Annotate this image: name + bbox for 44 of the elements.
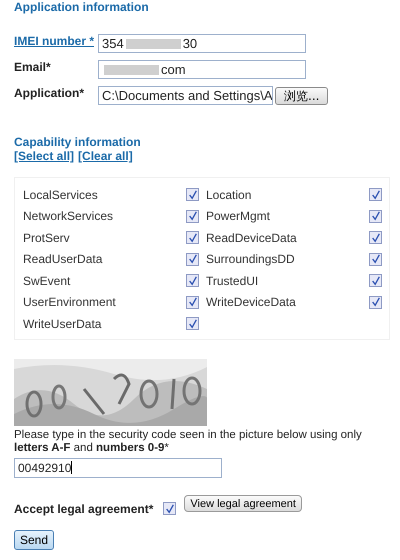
- redaction-blur: [126, 38, 181, 48]
- checkbox[interactable]: [186, 188, 199, 202]
- capability-label: WriteUserData: [23, 316, 102, 331]
- capability-label: TrustedUI: [206, 274, 260, 288]
- checkbox[interactable]: [186, 252, 199, 266]
- checkbox[interactable]: [186, 231, 199, 244]
- capability-label: UserEnvironment: [23, 295, 117, 310]
- section-heading: Application information: [14, 0, 150, 14]
- checkbox[interactable]: [369, 252, 382, 266]
- instruction-text: Please type in the security code seen in the picture below using only letters A-F and numbers 0-9*: [14, 428, 363, 454]
- selection-link[interactable]: [Select all]: [14, 149, 74, 163]
- input-field[interactable]: 354 30: [98, 34, 306, 53]
- checkbox[interactable]: [369, 274, 382, 288]
- capability-label: LocalServices: [23, 188, 99, 202]
- field-label: Email*: [14, 59, 52, 74]
- send-button[interactable]: Send: [14, 530, 54, 550]
- checkbox[interactable]: [186, 317, 199, 330]
- capability-label: ReadDeviceData: [206, 230, 298, 245]
- browse-button[interactable]: 浏览...: [275, 86, 328, 104]
- capability-label: SurroundingsDD: [206, 252, 296, 266]
- field-label-link[interactable]: IMEI number *: [14, 32, 98, 48]
- agreement-label: Accept legal agreement*: [14, 502, 154, 516]
- view-agreement-button[interactable]: View legal agreement: [184, 495, 302, 512]
- capability-label: ProtServ: [23, 230, 71, 245]
- capability-label: NetworkServices: [23, 209, 114, 224]
- capability-label: ReadUserData: [23, 252, 104, 266]
- checkbox[interactable]: [369, 231, 382, 244]
- capability-label: SwEvent: [23, 274, 72, 288]
- capability-label: PowerMgmt: [206, 209, 272, 224]
- checkbox[interactable]: [186, 296, 199, 309]
- checkbox[interactable]: [163, 502, 176, 515]
- checkbox[interactable]: [369, 188, 382, 202]
- field-label: Application*: [14, 85, 86, 100]
- checkbox[interactable]: [186, 274, 199, 288]
- capability-label: WriteDeviceData: [206, 295, 297, 310]
- security-code-field[interactable]: 00492910: [14, 458, 222, 478]
- input-field[interactable]: com: [98, 60, 306, 79]
- section-heading: Capability information: [14, 135, 142, 149]
- checkbox[interactable]: [186, 210, 199, 223]
- checkbox[interactable]: [369, 210, 382, 223]
- capability-label: Location: [206, 188, 252, 202]
- checkbox[interactable]: [369, 296, 382, 309]
- redaction-blur: [104, 64, 159, 74]
- selection-link[interactable]: [Clear all]: [78, 149, 133, 163]
